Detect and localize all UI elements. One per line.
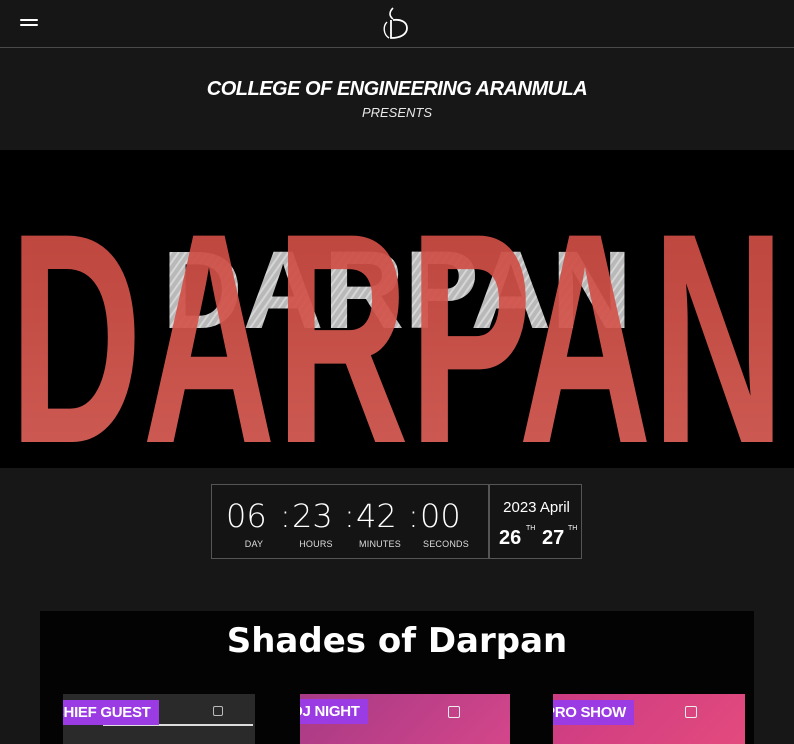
countdown-minutes: 42 — [356, 497, 397, 535]
event-year-month: 2023 April — [503, 499, 570, 516]
pro-show-card[interactable]: PRO SHOW — [553, 694, 745, 744]
event-day-1-suffix: TH — [526, 525, 536, 532]
top-navbar — [0, 0, 794, 48]
countdown-hours: 23 — [292, 497, 333, 535]
shades-title: Shades of Darpan — [226, 621, 568, 661]
countdown-day-label: DAY — [244, 539, 264, 549]
chief-guest-badge: CHIEF GUEST — [63, 700, 159, 725]
dj-night-card[interactable]: DJ NIGHT — [300, 694, 510, 744]
countdown-hours-label: HOURS — [299, 539, 333, 549]
event-date-box: 2023 April 26 TH 27 TH — [489, 484, 582, 559]
countdown-days: 06 — [226, 497, 267, 535]
college-crest-icon — [685, 706, 697, 718]
hero-banner: DARPAN DARPAN — [0, 150, 794, 468]
hamburger-menu-icon[interactable] — [20, 16, 40, 30]
darpan-logo-icon[interactable] — [379, 6, 411, 42]
countdown-separator: : — [344, 497, 355, 535]
countdown-seconds: 00 — [420, 497, 461, 535]
presents-label: PRESENTS — [361, 105, 433, 120]
countdown-separator: : — [408, 497, 419, 535]
event-day-2: 27 — [542, 527, 565, 549]
event-day-2-suffix: TH — [568, 525, 578, 532]
college-crest-icon — [213, 706, 223, 716]
countdown-timer: 06 : 23 : 42 : 00 DAY HOURS MINUTES SECO… — [211, 484, 489, 559]
countdown-seconds-label: SECONDS — [423, 539, 469, 549]
chief-guest-card[interactable]: CHIEF GUEST — [63, 694, 255, 744]
college-crest-icon — [448, 706, 460, 718]
countdown-minutes-label: MINUTES — [359, 539, 401, 549]
banner-title: DARPAN — [9, 170, 785, 468]
countdown-separator: : — [280, 497, 291, 535]
dj-night-badge: DJ NIGHT — [300, 699, 368, 724]
college-name: COLLEGE OF ENGINEERING ARANMULA — [206, 78, 588, 100]
pro-show-badge: PRO SHOW — [553, 700, 634, 725]
hero-title-graphic: DARPAN DARPAN — [9, 170, 785, 468]
event-day-1: 26 — [499, 527, 522, 549]
shades-section: Shades of Darpan CHIEF GUEST DJ NIGHT PR… — [40, 611, 754, 744]
